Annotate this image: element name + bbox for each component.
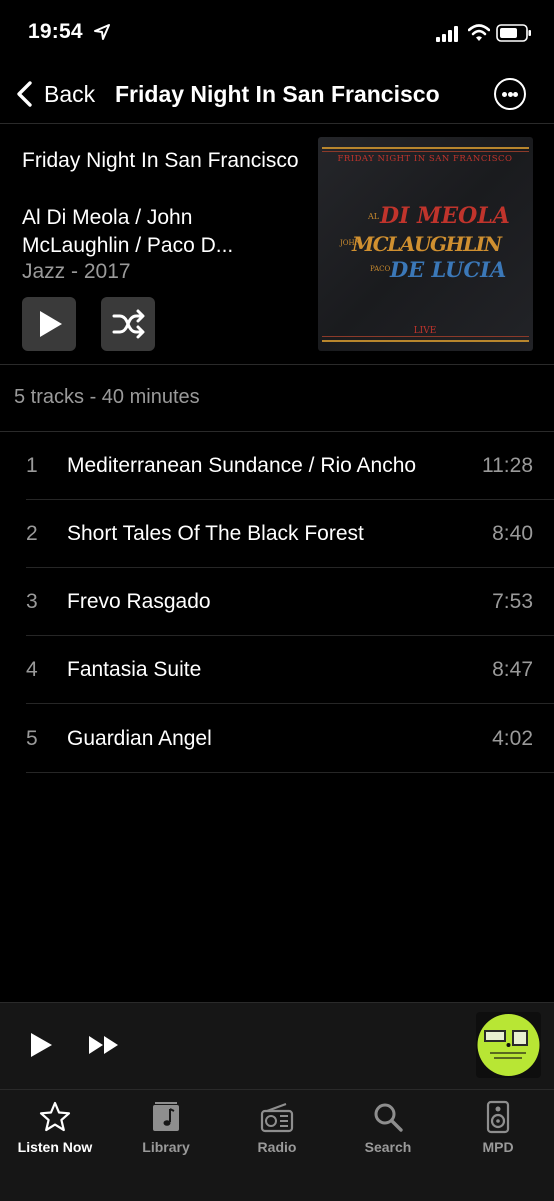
- track-duration: 7:53: [492, 590, 533, 613]
- track-duration: 8:47: [492, 658, 533, 681]
- row-divider: [26, 703, 554, 704]
- album-title: Friday Night In San Francisco: [22, 149, 299, 172]
- track-row[interactable]: 5 Guardian Angel 4:02: [0, 705, 554, 773]
- chevron-left-icon[interactable]: [14, 80, 36, 108]
- header-divider: [0, 364, 554, 365]
- album-artist[interactable]: Al Di Meola / John McLaughlin / Paco D..…: [22, 204, 302, 260]
- tab-label: Radio: [257, 1139, 297, 1155]
- cover-artist3: DE LUCIA: [389, 257, 506, 282]
- tab-label: Listen Now: [17, 1139, 93, 1155]
- search-icon: [374, 1103, 403, 1132]
- shuffle-icon: [112, 309, 145, 339]
- track-title: Guardian Angel: [67, 727, 212, 750]
- radio-icon: [260, 1103, 294, 1133]
- cover-artist2: MCLAUGHLIN: [351, 232, 503, 256]
- track-row[interactable]: 2 Short Tales Of The Black Forest 8:40: [0, 500, 554, 568]
- track-number: 2: [26, 522, 38, 545]
- tab-library[interactable]: Library: [111, 1100, 221, 1155]
- track-duration: 8:40: [492, 522, 533, 545]
- track-number: 5: [26, 727, 38, 750]
- cover-artist1: DI MEOLA: [379, 203, 510, 229]
- battery-icon: [496, 24, 531, 42]
- track-number: 3: [26, 590, 38, 613]
- status-time: 19:54: [28, 20, 83, 43]
- location-arrow-icon: [94, 24, 110, 40]
- star-icon: [39, 1101, 71, 1132]
- tab-search[interactable]: Search: [333, 1100, 443, 1155]
- track-title: Mediterranean Sundance / Rio Ancho: [67, 454, 417, 477]
- track-number: 1: [26, 454, 38, 477]
- now-playing-artwork[interactable]: [476, 1012, 541, 1078]
- speaker-icon: [486, 1100, 510, 1134]
- track-duration: 11:28: [482, 454, 533, 477]
- track-row[interactable]: 3 Frevo Rasgado 7:53: [0, 568, 554, 636]
- tab-listen-now[interactable]: Listen Now: [0, 1100, 110, 1155]
- cover-artist3-prefix: PACO: [370, 265, 390, 273]
- album-cover-art: FRIDAY NIGHT IN SAN FRANCISCO AL DI MEOL…: [318, 137, 533, 351]
- nav-divider: [0, 123, 554, 124]
- back-button[interactable]: Back: [44, 81, 95, 108]
- track-title: Short Tales Of The Black Forest: [67, 522, 364, 545]
- track-title: Frevo Rasgado: [67, 590, 211, 613]
- vinyl-label-art: [476, 1012, 541, 1078]
- cellular-signal-icon: [436, 26, 458, 42]
- tab-label: Library: [142, 1139, 190, 1155]
- album-genre-year: Jazz - 2017: [22, 260, 131, 283]
- cover-banner-text: FRIDAY NIGHT IN SAN FRANCISCO: [337, 154, 512, 164]
- cover-artist1-prefix: AL: [367, 212, 380, 221]
- track-row[interactable]: 4 Fantasia Suite 8:47: [0, 636, 554, 704]
- cover-footer-text: LIVE: [414, 326, 437, 336]
- page-title: Friday Night In San Francisco: [115, 81, 440, 107]
- mini-player[interactable]: [0, 1002, 554, 1089]
- wifi-icon: [468, 24, 490, 41]
- track-row[interactable]: 1 Mediterranean Sundance / Rio Ancho 11:…: [0, 432, 554, 500]
- album-cover: FRIDAY NIGHT IN SAN FRANCISCO AL DI MEOL…: [318, 137, 533, 351]
- track-number: 4: [26, 658, 38, 681]
- music-note-icon: [153, 1102, 179, 1131]
- track-summary: 5 tracks - 40 minutes: [14, 386, 200, 408]
- track-duration: 4:02: [492, 727, 533, 750]
- track-title: Fantasia Suite: [67, 658, 202, 681]
- play-icon: [40, 311, 62, 337]
- shuffle-album-button[interactable]: [101, 297, 155, 351]
- tab-label: Search: [364, 1139, 412, 1155]
- more-options-button[interactable]: [494, 78, 526, 110]
- play-album-button[interactable]: [22, 297, 76, 351]
- row-divider: [26, 772, 554, 773]
- fast-forward-button[interactable]: [88, 1034, 120, 1056]
- tab-radio[interactable]: Radio: [222, 1100, 332, 1155]
- mini-play-button[interactable]: [28, 1031, 54, 1059]
- tab-label: MPD: [482, 1139, 514, 1155]
- tab-mpd[interactable]: MPD: [443, 1100, 553, 1155]
